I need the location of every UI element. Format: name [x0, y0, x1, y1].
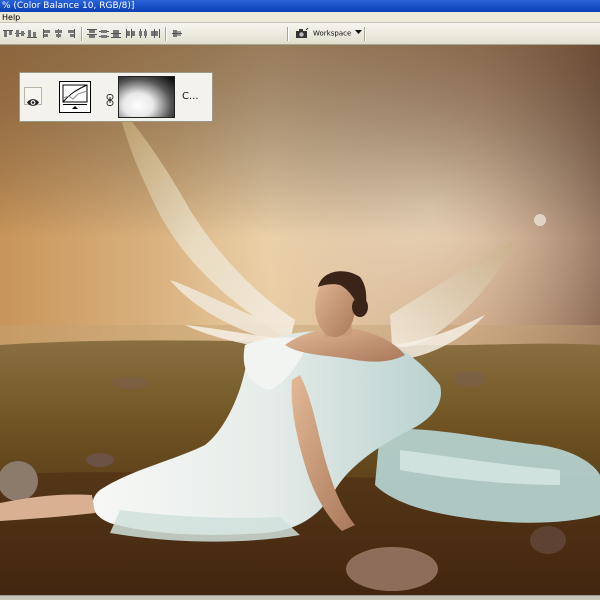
distribute-bottom-edges-icon[interactable]: [111, 29, 121, 38]
toolbar-separator: [165, 27, 167, 41]
window-title-bar: % (Color Balance 10, RGB/8)]: [0, 0, 600, 12]
align-horizontal-centers-icon[interactable]: [54, 29, 64, 38]
distribute-top-edges-icon[interactable]: [87, 29, 97, 38]
menu-bar: Help: [0, 12, 600, 23]
toolbar-separator: [287, 27, 289, 41]
layer-visibility-toggle[interactable]: [24, 87, 42, 106]
menu-item-help[interactable]: Help: [2, 13, 20, 22]
align-top-edges-icon[interactable]: [3, 29, 13, 38]
horizontal-scrollbar[interactable]: [0, 595, 600, 600]
distribute-left-edges-icon[interactable]: [126, 29, 136, 38]
chevron-down-icon: [354, 26, 362, 41]
layer-name[interactable]: C...: [182, 91, 199, 102]
align-bottom-edges-icon[interactable]: [27, 29, 37, 38]
distribute-vertical-centers-icon[interactable]: [99, 29, 109, 38]
align-left-edges-icon[interactable]: [42, 29, 52, 38]
camera-icon[interactable]: [295, 28, 309, 39]
layer-mask-thumbnail[interactable]: [118, 76, 175, 118]
align-right-edges-icon[interactable]: [66, 29, 76, 38]
curves-adjustment-icon[interactable]: [59, 81, 91, 113]
auto-align-layers-icon[interactable]: [172, 29, 182, 38]
window-title: % (Color Balance 10, RGB/8)]: [2, 1, 135, 11]
workspace-button[interactable]: Workspace: [313, 26, 363, 41]
toolbar-separator: [364, 27, 366, 41]
image-canvas[interactable]: [0, 45, 600, 595]
distribute-horizontal-centers-icon[interactable]: [138, 29, 148, 38]
distribute-right-edges-icon[interactable]: [150, 29, 160, 38]
workspace-label: Workspace: [313, 29, 352, 38]
angel-photo: [0, 45, 600, 595]
eye-icon: [27, 92, 39, 111]
layer-row[interactable]: C...: [19, 72, 213, 122]
chain-link-icon[interactable]: [106, 91, 114, 106]
align-vertical-centers-icon[interactable]: [15, 29, 25, 38]
options-toolbar: Workspace: [0, 23, 600, 45]
toolbar-separator: [81, 27, 83, 41]
